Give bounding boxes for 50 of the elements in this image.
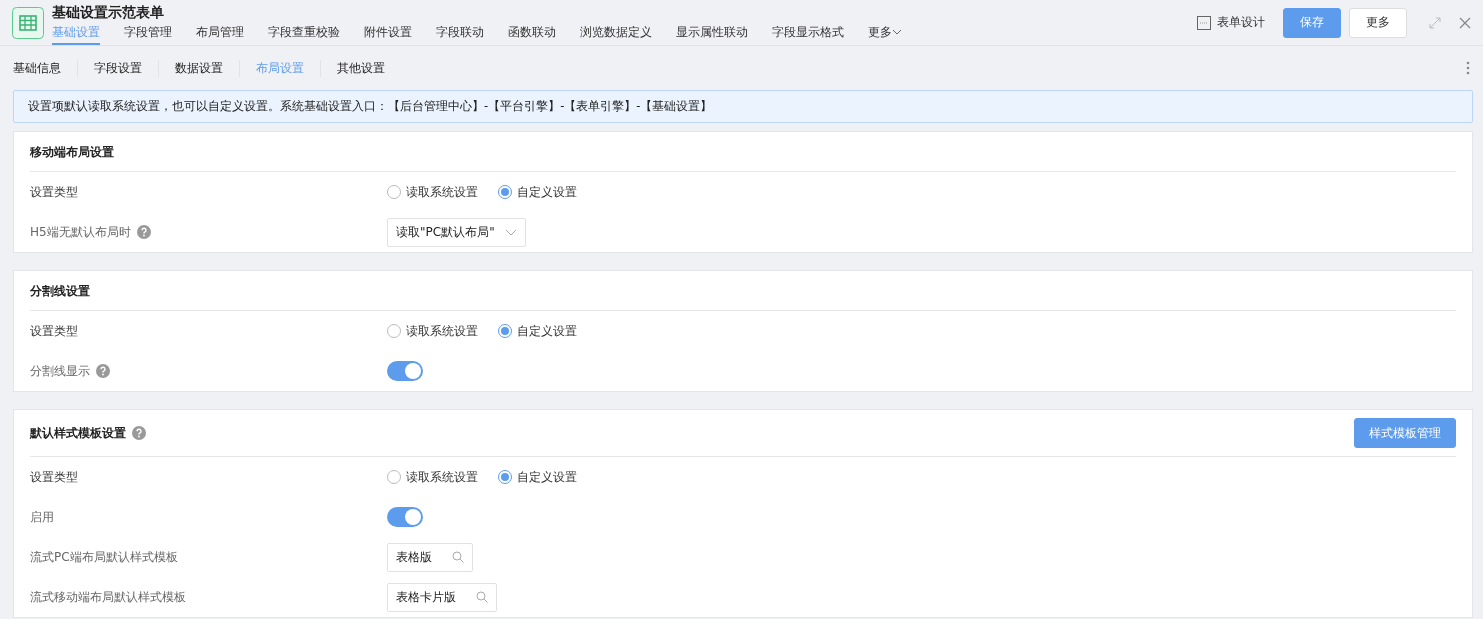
radio-option[interactable]: 自定义设置	[498, 323, 577, 339]
nav-tab[interactable]: 浏览数据定义	[580, 20, 652, 45]
radio-option[interactable]: 自定义设置	[498, 469, 577, 485]
radio-option[interactable]: 自定义设置	[498, 184, 577, 200]
radio-option[interactable]: 读取系统设置	[387, 323, 478, 339]
field-label: 设置类型	[30, 323, 78, 339]
search-field[interactable]: 表格卡片版	[387, 582, 497, 612]
toggle-switch[interactable]	[387, 361, 423, 381]
form-title: 基础设置示范表单	[52, 2, 165, 21]
radio-option[interactable]: 读取系统设置	[387, 469, 478, 485]
help-icon[interactable]	[96, 364, 110, 378]
nav-tab[interactable]: 字段显示格式	[772, 20, 844, 45]
nav-tab[interactable]: 字段管理	[124, 20, 172, 45]
field-label: 设置类型	[30, 184, 78, 200]
info-notice: 设置项默认读取系统设置，也可以自定义设置。系统基础设置入口：【后台管理中心】-【平台引擎】-【表单引擎】-【基础设置】	[13, 90, 1473, 123]
more-vertical-icon[interactable]	[1466, 61, 1470, 75]
field-label: 流式移动端布局默认样式模板	[30, 589, 186, 605]
sub-tab[interactable]: 其他设置	[320, 59, 401, 77]
radio-option[interactable]: 读取系统设置	[387, 184, 478, 200]
nav-tab[interactable]: 字段联动	[436, 20, 484, 45]
field-label: 启用	[30, 509, 54, 525]
section-title: 默认样式模板设置	[30, 425, 126, 441]
more-button[interactable]: 更多	[1349, 7, 1407, 38]
select-field[interactable]: 读取"PC默认布局"	[387, 217, 526, 247]
form-icon	[1197, 15, 1211, 30]
search-icon	[452, 551, 464, 563]
nav-tab[interactable]: 显示属性联动	[676, 20, 748, 45]
section-title: 移动端布局设置	[30, 143, 114, 160]
field-label: H5端无默认布局时	[30, 224, 131, 240]
form-design-button[interactable]: 表单设计	[1197, 14, 1265, 31]
help-icon[interactable]	[132, 426, 146, 440]
nav-tab[interactable]: 布局管理	[196, 20, 244, 45]
section-title: 分割线设置	[30, 282, 90, 299]
sub-tab[interactable]: 数据设置	[158, 59, 239, 77]
expand-icon[interactable]	[1429, 16, 1441, 29]
search-field[interactable]: 表格版	[387, 542, 473, 572]
nav-tab[interactable]: 字段查重校验	[268, 20, 340, 45]
field-label: 分割线显示	[30, 363, 90, 379]
table-app-icon	[12, 6, 44, 39]
field-label: 设置类型	[30, 469, 78, 485]
search-icon	[476, 591, 488, 603]
sub-tab[interactable]: 基础信息	[13, 59, 77, 77]
nav-tab[interactable]: 函数联动	[508, 20, 556, 45]
nav-tab[interactable]: 更多	[868, 20, 902, 45]
field-label: 流式PC端布局默认样式模板	[30, 549, 178, 565]
help-icon[interactable]	[136, 225, 151, 239]
close-icon[interactable]	[1459, 16, 1471, 29]
toggle-switch[interactable]	[387, 507, 423, 527]
nav-tab[interactable]: 附件设置	[364, 20, 412, 45]
sub-tab[interactable]: 字段设置	[77, 59, 158, 77]
